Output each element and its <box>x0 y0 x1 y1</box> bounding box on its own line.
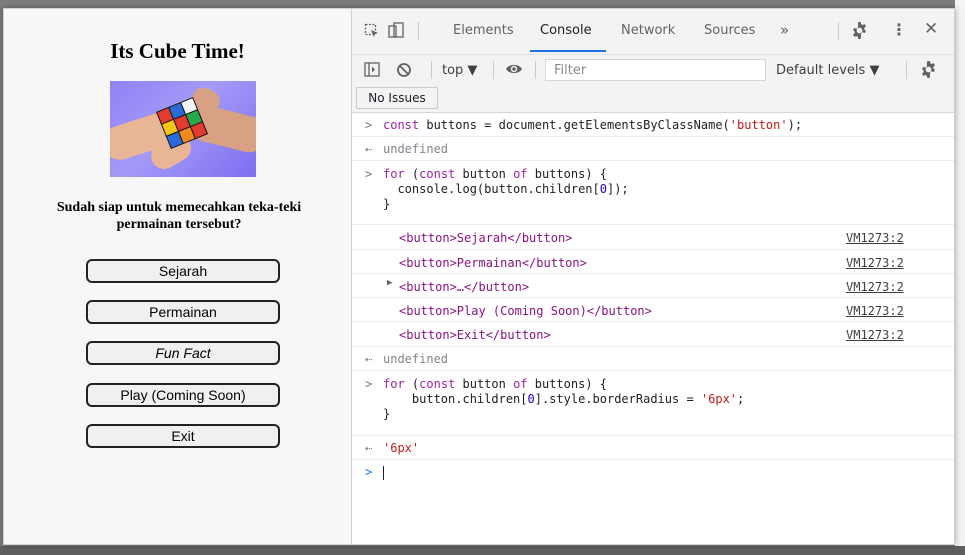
console-input-row: > const buttons = document.getElementsBy… <box>352 113 954 137</box>
console-toolbar: top ▼ Filter Default levels ▼ <box>352 54 954 84</box>
active-tab-indicator <box>530 50 606 52</box>
source-link[interactable]: VM1273:2 <box>846 256 904 270</box>
rubiks-cube-image <box>110 81 256 177</box>
toolbar-divider <box>418 22 419 40</box>
context-selector[interactable]: top ▼ <box>442 63 477 78</box>
source-link[interactable]: VM1273:2 <box>846 231 904 245</box>
devtools-tabbar: Elements Console Network Sources » ⋮ ✕ <box>352 9 954 54</box>
log-text: <button>Play (Coming Soon)</button> <box>399 304 652 318</box>
prompt-caret-icon: > <box>365 465 373 479</box>
fun-fact-button[interactable]: Fun Fact <box>86 341 280 365</box>
log-text: <button>Exit</button> <box>399 328 551 342</box>
background-page-edge <box>955 0 965 555</box>
filter-input[interactable]: Filter <box>545 59 766 81</box>
issues-button[interactable]: No Issues <box>356 87 438 109</box>
console-input-row: > for (const button of buttons) { button… <box>352 371 954 436</box>
web-page: Its Cube Time! Sudah siap untuk memecahk… <box>4 9 351 544</box>
source-link[interactable]: VM1273:2 <box>846 328 904 342</box>
devtools-panel: Elements Console Network Sources » ⋮ ✕ t… <box>351 9 954 544</box>
result-arrow-icon: ⇠ <box>365 142 373 156</box>
toolbar-divider <box>535 61 536 79</box>
console-result-row: ⇠ undefined <box>352 347 954 371</box>
toolbar-divider <box>493 61 494 79</box>
toolbar-divider <box>838 22 839 40</box>
result-value: '6px' <box>383 441 420 455</box>
browser-window: Its Cube Time! Sudah siap untuk memecahk… <box>3 8 955 545</box>
source-link[interactable]: VM1273:2 <box>846 280 904 294</box>
clear-console-icon[interactable] <box>396 62 412 81</box>
result-value: undefined <box>383 142 449 156</box>
page-title: Its Cube Time! <box>110 39 245 63</box>
console-log-row: <button>Sejarah</button> VM1273:2 <box>352 225 954 250</box>
console-output[interactable]: > const buttons = document.getElementsBy… <box>352 113 954 544</box>
tab-network[interactable]: Network <box>621 23 675 38</box>
console-log-row[interactable]: ▶ <button>…</button> VM1273:2 <box>352 274 954 298</box>
console-log-row: <button>Permainan</button> VM1273:2 <box>352 250 954 274</box>
input-caret-icon: > <box>365 167 373 181</box>
result-arrow-icon: ⇠ <box>365 441 373 455</box>
log-text: <button>…</button> <box>399 280 530 294</box>
exit-button[interactable]: Exit <box>86 424 280 448</box>
expand-triangle-icon[interactable]: ▶ <box>387 278 392 288</box>
sidebar-toggle-icon[interactable] <box>364 62 380 80</box>
input-caret-icon: > <box>365 118 373 132</box>
close-icon[interactable]: ✕ <box>924 21 938 38</box>
log-text: <button>Sejarah</button> <box>399 231 573 245</box>
inspect-element-icon[interactable] <box>364 23 380 42</box>
console-log-row: <button>Exit</button> VM1273:2 <box>352 322 954 347</box>
console-log-row: <button>Play (Coming Soon)</button> VM12… <box>352 298 954 322</box>
permainan-button[interactable]: Permainan <box>86 300 280 324</box>
more-tabs-button[interactable]: » <box>780 21 789 39</box>
tab-console[interactable]: Console <box>540 23 592 38</box>
kebab-menu-icon[interactable]: ⋮ <box>891 22 907 38</box>
log-text: <button>Permainan</button> <box>399 256 587 270</box>
sejarah-button[interactable]: Sejarah <box>86 259 280 283</box>
console-input-row: > for (const button of buttons) { consol… <box>352 161 954 225</box>
device-toolbar-icon[interactable] <box>388 22 404 42</box>
console-settings-icon[interactable] <box>920 61 937 81</box>
console-result-row: ⇠ '6px' <box>352 436 954 460</box>
log-levels-dropdown[interactable]: Default levels ▼ <box>776 63 879 78</box>
console-result-row: ⇠ undefined <box>352 137 954 161</box>
text-cursor <box>383 466 384 480</box>
filter-placeholder: Filter <box>554 63 587 78</box>
toolbar-divider <box>431 61 432 79</box>
background-status-strip <box>0 546 965 555</box>
input-caret-icon: > <box>365 377 373 391</box>
play-button[interactable]: Play (Coming Soon) <box>86 383 280 407</box>
toolbar-divider <box>906 61 907 79</box>
tab-sources[interactable]: Sources <box>704 23 755 38</box>
eye-icon[interactable] <box>505 62 523 79</box>
result-value: undefined <box>383 352 449 366</box>
settings-gear-icon[interactable] <box>851 22 868 42</box>
tab-elements[interactable]: Elements <box>453 23 514 38</box>
source-link[interactable]: VM1273:2 <box>846 304 904 318</box>
console-prompt[interactable]: > <box>352 460 954 486</box>
page-question: Sudah siap untuk memecahkan teka-teki pe… <box>56 200 302 232</box>
issues-bar: No Issues <box>352 84 954 113</box>
result-arrow-icon: ⇠ <box>365 352 373 366</box>
